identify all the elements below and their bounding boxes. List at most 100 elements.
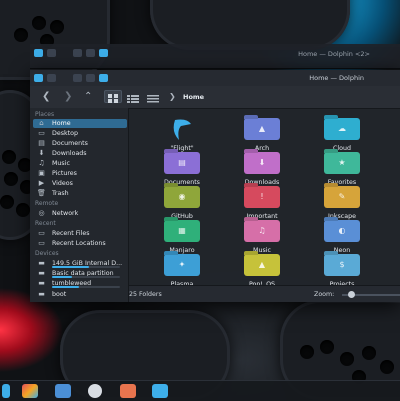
- sidebar-item-trash[interactable]: 🗑 Trash: [33, 189, 127, 198]
- folder-name: Music: [253, 247, 271, 254]
- background-dolphin-window[interactable]: Home — Dolphin <2>: [30, 44, 400, 69]
- dolphin-task-icon[interactable]: [152, 384, 168, 398]
- folder-emblem-icon: ⬇: [258, 158, 266, 167]
- folder-name: Documents: [164, 179, 200, 186]
- compact-icon: [127, 95, 139, 103]
- drive-icon: ▬: [38, 259, 45, 267]
- folder-name: Neon: [333, 247, 351, 254]
- section-header-devices: Devices: [35, 250, 59, 257]
- maximize-icon[interactable]: [86, 74, 95, 82]
- sidebar-item-label: Pictures: [52, 170, 77, 177]
- maximize-icon[interactable]: [86, 49, 95, 57]
- app-icon[interactable]: [55, 384, 71, 398]
- launcher-icon[interactable]: [2, 384, 10, 398]
- app-icon[interactable]: [120, 384, 136, 398]
- folder-emblem-icon: ◉: [178, 192, 186, 201]
- chevron-right-icon: ❯: [169, 92, 176, 101]
- breadcrumb[interactable]: Home: [183, 93, 204, 101]
- sidebar-item-music[interactable]: ♫ Music: [33, 159, 127, 168]
- window-menu-icon[interactable]: [34, 49, 43, 57]
- folder-name: Desktop: [387, 145, 400, 152]
- sidebar-item-label: Desktop: [52, 130, 78, 137]
- minimize-icon[interactable]: [73, 74, 82, 82]
- window-title: Home — Dolphin <2>: [298, 50, 370, 58]
- toolbar: ❮ ❯ ⌃ ❯ Home: [30, 86, 400, 109]
- folder-name: Favorites: [327, 179, 357, 186]
- trash-icon: 🗑: [37, 189, 46, 197]
- icons-view-button[interactable]: [104, 90, 122, 103]
- folder-name: Important: [246, 213, 278, 220]
- sidebar-item-home[interactable]: ⌂ Home: [33, 119, 127, 128]
- folder-emblem-icon: $: [339, 260, 345, 269]
- window-title: Home — Dolphin: [309, 74, 364, 82]
- forward-icon[interactable]: ❯: [64, 92, 72, 102]
- network-icon: ◎: [38, 209, 45, 217]
- sidebar-item-recent-locations[interactable]: ▭ Recent Locations: [33, 239, 127, 248]
- folder-emblem-icon: ▲: [258, 124, 266, 133]
- folder-name: Arch: [254, 145, 270, 152]
- folder-name: Downloads: [244, 179, 280, 186]
- sidebar-item-label: Downloads: [52, 150, 87, 157]
- status-bar: 25 Folders Zoom:: [129, 285, 400, 302]
- folder-name: Games: [387, 179, 400, 186]
- sidebar-item-basic-data-partition[interactable]: ▬ Basic data partition: [33, 269, 127, 278]
- storage-usage-bar: [52, 266, 120, 268]
- pin-icon[interactable]: [47, 49, 56, 57]
- sidebar-item-label: Trash: [52, 190, 69, 197]
- sidebar-item-internal-drive[interactable]: ▬ 149.5 GiB Internal D...: [33, 259, 127, 268]
- recent-files-icon: ▭: [38, 229, 45, 237]
- sidebar-item-label: boot: [52, 291, 67, 298]
- sidebar-item-tumbleweed[interactable]: ▬ tumbleweed: [33, 279, 127, 288]
- sidebar-item-downloads[interactable]: ⬇ Downloads: [33, 149, 127, 158]
- folder-grid: "Flight" ▲ Arch ☁ Cloud Desktop ▤ Documents ⬇ Dow…: [129, 108, 400, 286]
- compact-view-button[interactable]: [124, 90, 142, 103]
- sidebar-item-documents[interactable]: ▤ Documents: [33, 139, 127, 148]
- sidebar-item-desktop[interactable]: ▭ Desktop: [33, 129, 127, 138]
- desktop-icon: ▭: [38, 129, 45, 137]
- title-bar[interactable]: Home — Dolphin: [30, 70, 400, 86]
- list-icon: [147, 95, 159, 103]
- up-icon[interactable]: ⌃: [84, 92, 92, 102]
- app-icon[interactable]: [88, 384, 102, 398]
- sidebar-item-label: Recent Files: [52, 230, 90, 237]
- sidebar-item-boot[interactable]: ▬ boot: [33, 290, 127, 299]
- folder-item[interactable]: ▲ Pop!_OS: [227, 254, 297, 286]
- details-view-button[interactable]: [144, 90, 162, 103]
- folder-item[interactable]: $ Projects: [307, 254, 377, 286]
- sidebar-item-network[interactable]: ◎ Network: [33, 209, 127, 218]
- back-icon[interactable]: ❮: [42, 92, 50, 102]
- folder-name: Cloud: [333, 145, 351, 152]
- folder-emblem-icon: ★: [338, 158, 346, 167]
- minimize-icon[interactable]: [73, 49, 82, 57]
- close-icon[interactable]: [99, 49, 108, 57]
- folder-name: Manjaro: [169, 247, 195, 254]
- sidebar-item-pictures[interactable]: ▣ Pictures: [33, 169, 127, 178]
- folder-emblem-icon: ◐: [338, 226, 346, 235]
- folder-name: Inkscape: [328, 213, 356, 220]
- app-icon[interactable]: [22, 384, 38, 398]
- close-icon[interactable]: [99, 74, 108, 82]
- folder-item[interactable]: Reddit: [387, 254, 400, 286]
- places-sidebar: Places ⌂ Home ▭ Desktop ▤ Documents ⬇ Do…: [30, 108, 129, 302]
- taskbar: [0, 380, 400, 401]
- music-icon: ♫: [38, 159, 45, 167]
- zoom-slider[interactable]: [342, 291, 400, 298]
- pin-icon[interactable]: [47, 74, 56, 82]
- folder-emblem-icon: ☁: [338, 124, 346, 133]
- folder-emblem-icon: ▦: [178, 226, 186, 235]
- zoom-label: Zoom:: [314, 291, 335, 298]
- sidebar-item-videos[interactable]: ▶ Videos: [33, 179, 127, 188]
- sidebar-item-label: Network: [52, 210, 79, 217]
- folder-item[interactable]: ✦ Plasma: [147, 254, 217, 286]
- dolphin-window[interactable]: Home — Dolphin ❮ ❯ ⌃ ❯ Home Places ⌂ Hom…: [30, 70, 400, 302]
- documents-icon: ▤: [38, 139, 45, 147]
- wallpaper-panel: [150, 0, 350, 50]
- zoom-slider-handle[interactable]: [348, 291, 355, 298]
- window-menu-icon[interactable]: [34, 74, 43, 82]
- folder-name: GitHub: [171, 213, 193, 220]
- sidebar-item-label: Music: [52, 160, 70, 167]
- section-header-remote: Remote: [35, 200, 59, 207]
- sidebar-item-recent-files[interactable]: ▭ Recent Files: [33, 229, 127, 238]
- drive-icon: ▬: [38, 290, 45, 298]
- sidebar-item-label: Videos: [52, 180, 73, 187]
